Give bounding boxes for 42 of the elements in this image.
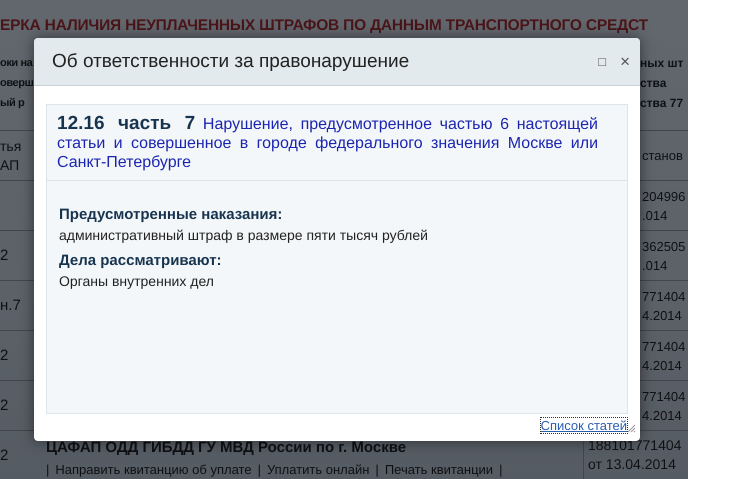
separator-text: | (46, 462, 50, 477)
separator-text: | (499, 462, 502, 477)
section-value: Органы внутренних дел (59, 272, 215, 291)
table-cell-text: 2 (0, 446, 10, 464)
section-label: Предусмотренные наказания: (59, 205, 284, 225)
resize-grip-icon[interactable] (627, 424, 636, 433)
info-text: ства (640, 76, 668, 90)
page-heading: ЕРКА НАЛИЧИЯ НЕУПЛАЧЕННЫХ ШТРАФОВ ПО ДАННЫМ ТРАНСПОРТНОГО СРЕДСТ (0, 16, 649, 36)
table-cell-text: 2 (0, 346, 10, 365)
info-text: ства 77 (640, 96, 684, 110)
table-cell-text: 4.2014 (642, 306, 683, 324)
table-cell-text: 4.2014 (642, 406, 683, 424)
table-cell-text: 204996 (642, 188, 686, 206)
section-value: административный штраф в размере пяти тысяч рублей (59, 226, 429, 245)
table-cell-text: 188101771404 (588, 436, 682, 455)
column-header: тья (0, 136, 22, 156)
table-cell-text: .014 (642, 206, 668, 224)
column-header: станов (642, 147, 684, 165)
column-header: АП (0, 156, 20, 174)
table-cell-text: н.7 (0, 296, 22, 315)
separator-text: | (375, 462, 379, 477)
separator-text: | (258, 462, 261, 477)
organization-name: ЦАФАП ОДД ГИБДД ГУ МВД России по г. Москве (46, 439, 408, 456)
table-cell-text: 771404 (642, 288, 686, 306)
table-cell-text: 4.2014 (642, 356, 683, 374)
table-cell-text: .014 (642, 256, 668, 274)
close-button[interactable]: × (620, 53, 630, 70)
table-cell-text: 771404 (642, 388, 686, 406)
info-text: ных шт (640, 56, 684, 70)
dialog-title: Об ответственности за правонарушение (52, 50, 410, 72)
table-cell-text: 362505 (642, 238, 686, 256)
maximize-button[interactable]: □ (598, 55, 606, 68)
table-cell-text: от 13.04.2014 (588, 455, 677, 474)
article-text: 12.16 часть 7 Нарушение, предусмотренное частью 6 настоящей статьи и совершенное в городе федерального значения Москве или Санкт-Петербурге (57, 114, 598, 172)
article-list-link[interactable]: Список статей (540, 418, 627, 433)
table-cell-text: 2 (0, 246, 10, 265)
section-label: Дела рассматривают: (59, 251, 223, 271)
info-text: ый р (0, 96, 26, 110)
info-text: оверш (0, 76, 34, 90)
table-cell-text: 2 (0, 396, 10, 415)
table-cell-text: 771404 (642, 338, 686, 356)
info-text: оки на (0, 56, 34, 70)
